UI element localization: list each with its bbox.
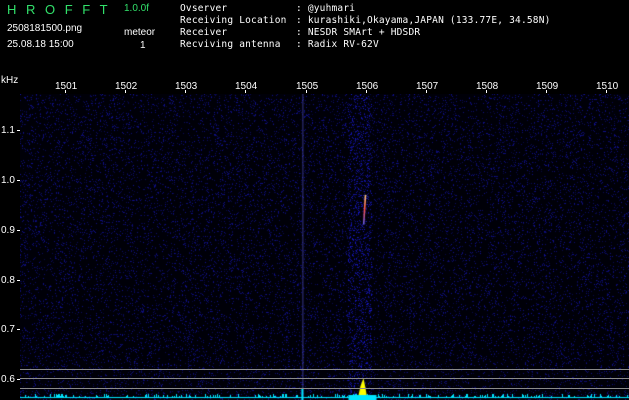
meteor-label: meteor (124, 27, 156, 38)
y-tick-label: 0.7 (1, 324, 15, 335)
x-tick-mark (245, 90, 246, 93)
y-tick-label: 1.0 (1, 175, 15, 186)
y-tick-label: 1.1 (1, 125, 15, 136)
observer-label: Ovserver (180, 3, 228, 14)
x-tick-label: 1508 (476, 81, 499, 92)
x-tick-label: 1507 (416, 81, 439, 92)
receiver-value: : NESDR SMArt + HDSDR (296, 27, 421, 38)
x-tick-mark (546, 90, 547, 93)
y-tick-label: 0.9 (1, 225, 15, 236)
x-tick-mark (486, 90, 487, 93)
x-tick-label: 1505 (296, 81, 319, 92)
spectrogram-waterfall (20, 94, 629, 400)
x-tick-label: 1502 (115, 81, 138, 92)
spectrum-guide-line (20, 388, 629, 389)
x-tick-mark (306, 90, 307, 93)
antenna-value: : Radix RV-62V (296, 39, 379, 50)
x-tick-mark (426, 90, 427, 93)
y-axis-unit: kHz (1, 75, 19, 86)
location-label: Receiving Location (180, 15, 287, 26)
x-tick-mark (366, 90, 367, 93)
spectrum-guide-line (20, 369, 629, 370)
x-tick-label: 1503 (175, 81, 198, 92)
x-tick-mark (125, 90, 126, 93)
x-tick-label: 1506 (356, 81, 379, 92)
x-tick-mark (65, 90, 66, 93)
filename-label: 2508181500.png (7, 23, 83, 34)
receiver-label: Receiver (180, 27, 228, 38)
datetime-label: 25.08.18 15:00 (7, 39, 74, 50)
observer-value: : @yuhmari (296, 3, 356, 14)
y-tick-label: 0.8 (1, 275, 15, 286)
hrofft-window: H R O F F T 1.0.0f 2508181500.png meteor… (0, 0, 629, 400)
x-tick-mark (185, 90, 186, 93)
version-label: 1.0.0f (124, 3, 150, 14)
spectrum-guide-line (20, 378, 629, 379)
x-tick-label: 1501 (55, 81, 78, 92)
app-title: H R O F F T (7, 2, 111, 17)
meteor-count: 1 (140, 40, 146, 51)
x-tick-label: 1510 (596, 81, 619, 92)
antenna-label: Recviving antenna (180, 39, 281, 50)
y-tick-label: 0.6 (1, 374, 15, 385)
x-tick-mark (606, 90, 607, 93)
location-value: : kurashiki,Okayama,JAPAN (133.77E, 34.5… (296, 15, 551, 26)
x-tick-label: 1504 (235, 81, 258, 92)
x-tick-label: 1509 (536, 81, 559, 92)
